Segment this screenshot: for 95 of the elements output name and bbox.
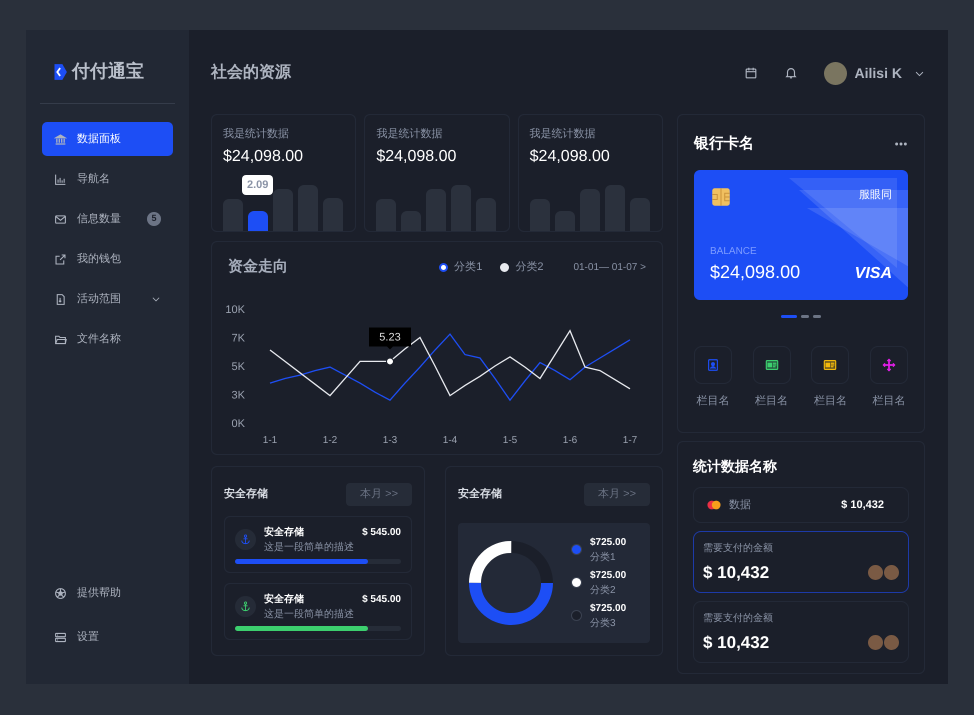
item-amount: $ 545.00 [362, 526, 401, 540]
soccer-ball-icon [54, 586, 67, 600]
shortcut-tile[interactable] [694, 346, 732, 384]
nav-item[interactable]: 文件名称 [42, 322, 173, 356]
x-axis-label: 1-7 [622, 434, 638, 446]
stat-value: $24,098.00 [530, 146, 611, 166]
logo-text: 付付通宝 [72, 60, 144, 83]
item-amount: $ 545.00 [362, 592, 401, 606]
avatar [868, 565, 883, 580]
row-label: 数据 [729, 498, 751, 513]
nav-item[interactable]: 信息数量 5 [42, 202, 173, 236]
nav-item[interactable]: 我的钱包 [42, 242, 173, 276]
shortcut-label: 栏目名 [696, 394, 730, 408]
item-title: 安全存储 [264, 592, 305, 606]
issuer-name: 服眼同 [859, 188, 892, 202]
avatar[interactable] [824, 62, 847, 84]
avatar [884, 635, 899, 650]
shortcut-label: 栏目名 [872, 394, 906, 408]
legend-label: 分类3 [590, 616, 617, 630]
shortcut-tile[interactable] [870, 346, 908, 384]
legend-amount: $725.00 [590, 536, 626, 550]
balance-label: BALANCE [710, 244, 758, 258]
item-description: 这是一段简单的描述 [264, 540, 354, 554]
stat-label: 我是统计数据 [223, 126, 290, 142]
value-tooltip: 5.23 [369, 326, 411, 349]
item-title: 安全存储 [264, 525, 305, 540]
card-brand: VISA [854, 264, 892, 284]
y-axis-label: 0K [232, 418, 245, 430]
x-axis-label: 1-5 [502, 434, 518, 446]
nav-item[interactable]: 设置 [42, 620, 173, 654]
anchor-icon [240, 534, 251, 545]
item-description: 这是一段简单的描述 [264, 608, 354, 622]
bar-chart-icon [54, 172, 67, 186]
card-title: 安全存储 [224, 486, 268, 502]
card-title: 安全存储 [458, 486, 502, 502]
external-link-icon [54, 252, 67, 266]
page-title: 社会的资源 [211, 62, 291, 83]
x-axis-label: 1-2 [322, 434, 338, 446]
count-badge: 5 [147, 212, 161, 226]
document-icon [54, 292, 67, 306]
bank-icon [54, 132, 67, 146]
nav-item[interactable]: 数据面板 [42, 122, 173, 156]
legend-label: 分类2 [515, 260, 544, 275]
data-point [386, 356, 394, 365]
y-axis-label: 5K [232, 360, 245, 372]
shortcut-label: 栏目名 [814, 394, 847, 408]
shortcut-label: 栏目名 [755, 394, 788, 408]
panel-title: 统计数据名称 [693, 457, 778, 476]
avatar [884, 565, 899, 580]
server-icon [54, 630, 67, 644]
folder-icon [54, 332, 67, 346]
calendar-icon[interactable] [744, 66, 758, 80]
legend-label: 分类2 [590, 584, 617, 598]
legend-dot [500, 262, 510, 272]
legend-label: 分类1 [590, 550, 617, 564]
bar-tooltip: 2.09 [242, 174, 274, 195]
chart-bar [248, 210, 268, 230]
y-axis-label: 7K [232, 332, 245, 344]
payment-card[interactable]: 需要支付的金额 $ 10,432 [693, 531, 909, 593]
shortcut-tile[interactable] [811, 346, 850, 384]
legend-dot [439, 262, 448, 272]
nav-item[interactable]: 导航名 [42, 162, 173, 196]
stat-label: 我是统计数据 [376, 126, 444, 142]
chart-title: 资金走向 [228, 257, 288, 277]
legend-amount: $725.00 [590, 568, 626, 582]
payment-amount: $ 10,432 [703, 562, 770, 584]
legend-label: 分类1 [454, 260, 482, 275]
user-name[interactable]: Ailisi K [854, 62, 902, 84]
legend-amount: $725.00 [590, 602, 626, 616]
x-axis-label: 1-3 [382, 434, 398, 446]
date-range-link[interactable]: 01-01— 01-07 > [573, 260, 646, 275]
stat-value: $24,098.00 [223, 146, 304, 166]
payment-amount: $ 10,432 [703, 632, 770, 654]
row-amount: $ 10,432 [841, 498, 884, 513]
bell-icon[interactable] [784, 66, 798, 80]
y-axis-label: 10K [225, 304, 245, 316]
x-axis-label: 1-1 [262, 434, 278, 446]
stat-value: $24,098.00 [376, 146, 458, 166]
x-axis-label: 1-6 [562, 434, 578, 446]
chip-icon [710, 186, 732, 206]
y-axis-label: 3K [232, 389, 245, 401]
annotation: 5.23 [379, 330, 401, 343]
mail-icon [54, 212, 67, 226]
payment-card[interactable]: 需要支付的金额 $ 10,432 [693, 601, 909, 663]
payment-label: 需要支付的金额 [703, 542, 774, 556]
nav-item[interactable]: 活动范围 [42, 282, 173, 316]
anchor-icon [240, 601, 251, 612]
stat-label: 我是统计数据 [530, 126, 597, 142]
x-axis-label: 1-4 [442, 434, 458, 446]
shortcut-tile[interactable] [752, 346, 791, 384]
nav-item[interactable]: 提供帮助 [42, 576, 173, 610]
avatar [868, 635, 883, 650]
panel-title: 银行卡名 [694, 134, 754, 154]
payment-label: 需要支付的金额 [703, 612, 774, 626]
balance-amount: $24,098.00 [710, 260, 800, 284]
